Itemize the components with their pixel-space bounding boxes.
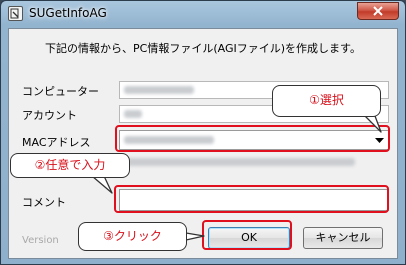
- callout-free-input: ②任意で入力: [10, 153, 130, 178]
- callout-click: ③クリック: [78, 222, 187, 251]
- callout-tails: [91, 115, 382, 241]
- callout-select: ①選択: [272, 85, 381, 117]
